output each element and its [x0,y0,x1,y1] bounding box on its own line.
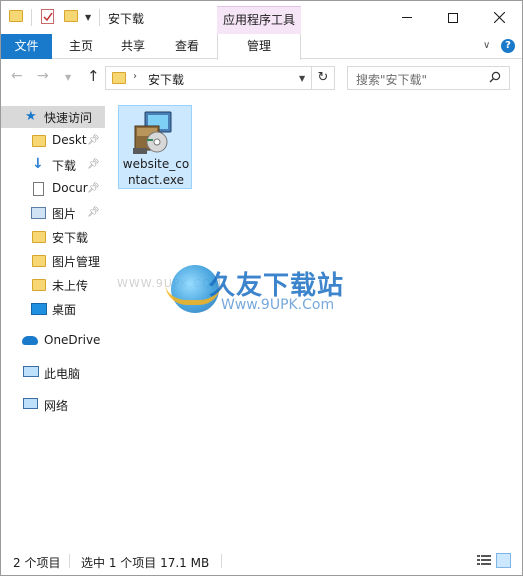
sidebar-item-onedrive[interactable]: OneDrive [1,330,105,352]
breadcrumb-current[interactable]: 安下载 [148,71,184,88]
file-name: website_contact.exe [122,157,190,187]
sidebar-item-desktop[interactable]: 桌面 [1,298,105,320]
desktop-icon [31,303,47,315]
file-item[interactable]: website_contact.exe [118,105,192,189]
explorer-window: ▼ 安下载 应用程序工具 文件 主页 共享 查看 管理 ∨ ? ← → ▼ ↑ … [0,0,523,576]
item-count: 2 个项目 [13,556,61,570]
sidebar-item-network[interactable]: 网络 [1,394,105,416]
expand-ribbon-icon[interactable]: ∨ [483,40,490,51]
toolbar-divider [99,9,100,26]
status-bar: 2 个项目 选中 1 个项目 17.1 MB [1,547,522,575]
forward-button[interactable]: → [37,68,49,84]
window-title: 安下载 [108,12,145,26]
installer-icon [133,111,172,154]
pin-icon: 📌︎ [87,207,100,218]
navigation-pane: ★ 快速访问 Deskt 📌︎ ↓ 下载 📌︎ Docur 📌︎ 图片 📌︎ 安… [1,97,105,537]
properties-button[interactable] [41,9,54,24]
sidebar-item-picture-management[interactable]: 图片管理 [1,250,105,272]
address-bar[interactable]: › 安下载 ▼ [105,66,312,90]
sidebar-item-quick-access[interactable]: ★ 快速访问 [1,106,105,128]
sidebar-item-anxiazai[interactable]: 安下载 [1,226,105,248]
selection-info: 选中 1 个项目 17.1 MB [81,556,210,570]
new-folder-button[interactable] [64,10,78,22]
sidebar-item-this-pc[interactable]: 此电脑 [1,362,105,384]
close-button[interactable] [476,1,522,34]
minimize-icon [402,17,412,18]
file-list: website_contact.exe WWW.9UPK.COM 久友下载站 W… [105,97,522,537]
toolbar-divider [31,9,32,26]
status-divider [221,554,222,568]
refresh-button[interactable]: ↻ [312,66,335,90]
tab-manage[interactable]: 管理 [217,34,301,60]
folder-icon [32,255,46,267]
pin-icon: 📌︎ [87,183,100,194]
watermark: WWW.9UPK.COM 久友下载站 Www.9UPK.Com [117,263,481,319]
folder-icon [112,72,126,84]
sidebar-item-label: 图片 [52,207,77,221]
folder-icon [32,279,46,291]
search-placeholder: 搜索"安下载" [356,73,428,87]
sidebar-item-label: Docur [52,181,88,195]
sidebar-item-label: 快速访问 [44,111,93,125]
recent-locations-dropdown-icon[interactable]: ▼ [65,73,71,82]
sidebar-item-desktop-pinned[interactable]: Deskt 📌︎ [1,130,105,152]
sidebar-item-pictures[interactable]: 图片 📌︎ [1,202,105,224]
tab-home[interactable]: 主页 [61,34,101,59]
folder-icon [32,135,46,147]
back-button[interactable]: ← [11,68,23,84]
navigation-bar: ← → ▼ ↑ › 安下载 ▼ ↻ 搜索"安下载" [1,60,522,96]
tab-share[interactable]: 共享 [113,34,153,59]
pin-icon: 📌︎ [87,159,100,170]
picture-icon [31,207,46,219]
cloud-icon [22,336,38,345]
sidebar-item-label: 网络 [44,399,69,413]
sidebar-item-label: 安下载 [52,231,89,245]
sidebar-item-label: 桌面 [52,303,77,317]
sidebar-item-label: OneDrive [44,333,101,347]
check-icon [43,12,53,22]
computer-icon [23,366,39,377]
up-button[interactable]: ↑ [87,67,100,85]
search-icon[interactable] [489,71,501,86]
sidebar-item-label: Deskt [52,133,87,147]
sidebar-item-not-uploaded[interactable]: 未上传 [1,274,105,296]
tab-file[interactable]: 文件 [1,34,52,59]
sidebar-item-label: 下载 [52,159,77,173]
contextual-tab-header: 应用程序工具 [217,6,301,34]
status-divider [69,554,70,568]
ribbon-tabs: 文件 主页 共享 查看 管理 ∨ ? [1,34,522,60]
breadcrumb-separator-icon[interactable]: › [133,71,137,82]
folder-icon [32,231,46,243]
quick-access-dropdown-icon[interactable]: ▼ [85,13,91,22]
maximize-button[interactable] [430,1,476,34]
address-dropdown-icon[interactable]: ▼ [299,74,305,83]
sidebar-item-label: 未上传 [52,279,89,293]
close-icon [493,12,505,23]
document-icon [33,182,44,196]
large-icons-view-icon[interactable] [496,553,511,568]
download-icon: ↓ [32,156,44,172]
help-icon[interactable]: ? [501,39,515,53]
search-input[interactable]: 搜索"安下载" [347,66,510,90]
pin-icon: 📌︎ [87,135,100,146]
sidebar-item-label: 此电脑 [44,367,81,381]
tab-view[interactable]: 查看 [167,34,207,59]
title-bar: ▼ 安下载 应用程序工具 [1,1,522,34]
folder-icon [9,10,23,22]
star-icon: ★ [25,109,37,124]
minimize-button[interactable] [384,1,430,34]
sidebar-item-documents[interactable]: Docur 📌︎ [1,178,105,200]
watermark-url: Www.9UPK.Com [221,297,335,313]
maximize-icon [448,12,458,23]
network-icon [23,398,38,409]
sidebar-item-label: 图片管理 [52,255,101,269]
details-view-icon[interactable] [477,554,491,567]
sidebar-item-downloads[interactable]: ↓ 下载 📌︎ [1,154,105,176]
